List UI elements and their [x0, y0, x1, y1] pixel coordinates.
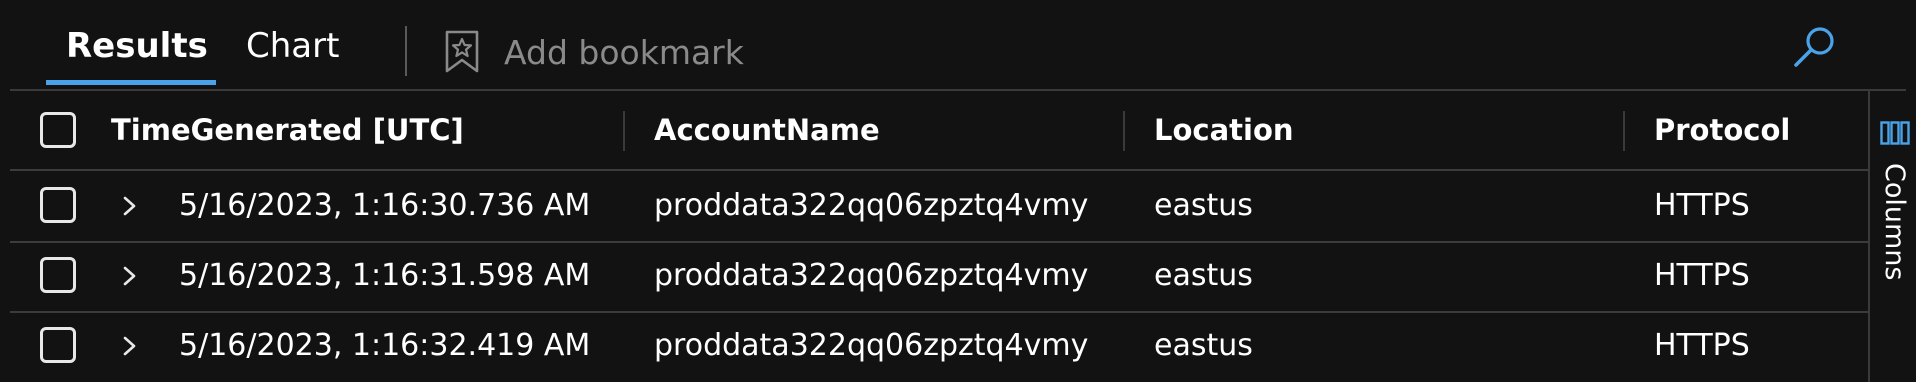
column-header-timegenerated[interactable]: TimeGenerated [UTC] [111, 110, 464, 150]
column-resize-handle[interactable] [1623, 111, 1625, 151]
column-header-accountname[interactable]: AccountName [654, 110, 880, 150]
cell-timegenerated: 5/16/2023, 1:16:32.419 AM [179, 328, 591, 363]
table-row[interactable]: 5/16/2023, 1:16:30.736 AM proddata322qq0… [10, 171, 1868, 243]
cell-timegenerated: 5/16/2023, 1:16:30.736 AM [179, 188, 591, 223]
select-all-checkbox[interactable] [40, 112, 76, 148]
cell-location: eastus [1154, 328, 1253, 363]
chevron-right-icon[interactable] [118, 329, 142, 363]
column-header-protocol[interactable]: Protocol [1654, 110, 1790, 150]
cell-protocol: HTTPS [1654, 188, 1750, 223]
row-checkbox[interactable] [40, 327, 76, 363]
columns-panel-toggle[interactable]: Columns [1868, 91, 1916, 382]
columns-icon [1880, 121, 1910, 145]
tab-results[interactable]: Results [66, 26, 208, 66]
cell-accountname: proddata322qq06zpztq4vmy [654, 258, 1089, 293]
cell-accountname: proddata322qq06zpztq4vmy [654, 328, 1089, 363]
chevron-right-icon[interactable] [118, 259, 142, 293]
chevron-right-icon[interactable] [118, 189, 142, 223]
cell-protocol: HTTPS [1654, 258, 1750, 293]
log-results-view: Results Chart Add bookmark TimeGenerated… [0, 0, 1916, 382]
add-bookmark-button[interactable]: Add bookmark [444, 26, 744, 78]
tab-chart[interactable]: Chart [246, 26, 339, 66]
columns-panel-label: Columns [1879, 163, 1910, 281]
cell-accountname: proddata322qq06zpztq4vmy [654, 188, 1089, 223]
row-checkbox[interactable] [40, 257, 76, 293]
column-resize-handle[interactable] [1123, 111, 1125, 151]
cell-protocol: HTTPS [1654, 328, 1750, 363]
grid-header-row: TimeGenerated [UTC] AccountName Location… [10, 91, 1868, 171]
active-tab-indicator [46, 80, 216, 85]
search-icon[interactable] [1790, 22, 1840, 72]
results-toolbar: Results Chart Add bookmark [0, 0, 1916, 91]
cell-location: eastus [1154, 258, 1253, 293]
row-checkbox[interactable] [40, 187, 76, 223]
column-resize-handle[interactable] [623, 111, 625, 151]
add-bookmark-label: Add bookmark [504, 32, 744, 72]
bookmark-star-icon [445, 30, 479, 73]
results-grid: TimeGenerated [UTC] AccountName Location… [10, 91, 1868, 382]
column-header-location[interactable]: Location [1154, 110, 1294, 150]
cell-timegenerated: 5/16/2023, 1:16:31.598 AM [179, 258, 591, 293]
table-row[interactable]: 5/16/2023, 1:16:32.419 AM proddata322qq0… [10, 311, 1868, 381]
toolbar-divider [405, 26, 407, 76]
cell-location: eastus [1154, 188, 1253, 223]
table-row[interactable]: 5/16/2023, 1:16:31.598 AM proddata322qq0… [10, 241, 1868, 313]
